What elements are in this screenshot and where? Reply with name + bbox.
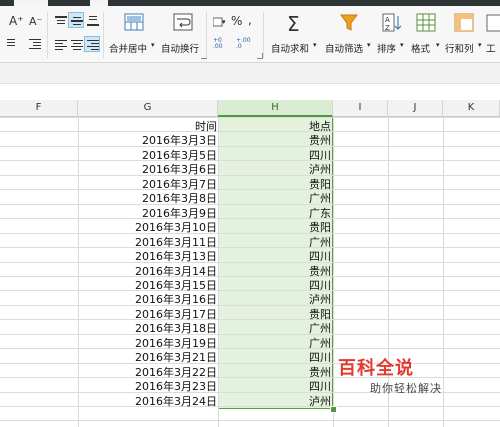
autosum-button[interactable]: Σ 自动求和 ▾: [268, 10, 320, 56]
table-cell-date[interactable]: 2016年3月23日: [78, 378, 217, 394]
rows-columns-button[interactable]: 行和列 ▾: [443, 10, 483, 56]
align-bottom-button[interactable]: [84, 12, 100, 28]
indent-icon: [5, 39, 15, 49]
worksheet-icon: [486, 14, 500, 32]
wrap-text-button[interactable]: 自动换行: [160, 10, 204, 56]
table-cell-place[interactable]: 四川: [218, 349, 331, 365]
indent-decrease-button[interactable]: [4, 36, 15, 50]
table-cell-place[interactable]: 泸州: [218, 393, 331, 409]
svg-text:Z: Z: [385, 24, 390, 32]
table-cell-date[interactable]: 2016年3月18日: [78, 320, 217, 336]
autosum-label: 自动求和: [271, 44, 310, 55]
column-header-h[interactable]: H: [218, 100, 333, 117]
sigma-icon: Σ: [287, 12, 300, 36]
funnel-icon: [340, 14, 358, 31]
table-cell-date[interactable]: 2016年3月21日: [78, 349, 217, 365]
ribbon-separator: [206, 12, 207, 58]
rows-columns-icon: [454, 13, 474, 32]
sort-az-icon: A Z: [382, 13, 402, 32]
chevron-down-icon: ▾: [478, 41, 482, 49]
chevron-down-icon: ▾: [400, 41, 404, 49]
chevron-down-icon: ▾: [222, 18, 226, 26]
chevron-down-icon: ▾: [313, 41, 317, 49]
column-header-i[interactable]: I: [333, 100, 388, 117]
ribbon-separator: [47, 12, 48, 58]
column-header-j[interactable]: J: [388, 100, 443, 117]
grid-line: [0, 420, 500, 421]
align-middle-button[interactable]: [68, 12, 84, 28]
table-cell-place[interactable]: 贵阳: [218, 219, 331, 235]
align-right-icon: [87, 40, 99, 50]
ribbon-separator: [103, 12, 104, 58]
format-button[interactable]: 格式 ▾: [408, 10, 442, 56]
fill-handle[interactable]: [330, 406, 337, 413]
table-cell-date[interactable]: 2016年3月24日: [78, 393, 217, 409]
table-cell-date[interactable]: 2016年3月10日: [78, 219, 217, 235]
watermark: 百科全说 助你轻松解决: [330, 352, 500, 400]
rows-columns-label: 行和列: [445, 44, 474, 55]
table-cell-date[interactable]: 2016年3月3日: [78, 132, 217, 148]
table-cell-date[interactable]: 2016年3月6日: [78, 161, 217, 177]
format-label: 格式: [411, 44, 431, 55]
thousands-separator-button[interactable]: ,: [245, 12, 255, 28]
align-left-icon: [55, 40, 67, 50]
percent-button[interactable]: %: [229, 12, 243, 28]
table-cell-date[interactable]: 2016年3月8日: [78, 190, 217, 206]
watermark-subtitle: 助你轻松解决: [370, 382, 442, 395]
worksheet-label: 工: [486, 44, 496, 55]
chevron-down-icon: ▾: [151, 41, 155, 49]
watermark-logo-text: 百科全说: [338, 358, 414, 379]
table-cell-place[interactable]: 广州: [218, 320, 331, 336]
align-top-icon: [55, 16, 67, 26]
align-left-button[interactable]: [52, 36, 68, 52]
formula-bar-spacer: [0, 84, 500, 99]
column-header-f[interactable]: F: [0, 100, 78, 117]
font-increase-button[interactable]: A⁺: [6, 12, 24, 30]
table-cell-place[interactable]: 四川: [218, 378, 331, 394]
indent-increase-button[interactable]: [26, 36, 42, 50]
chevron-down-icon: ▾: [367, 41, 371, 49]
merge-cells-icon: [124, 13, 144, 31]
table-cell-place[interactable]: 泸州: [218, 161, 331, 177]
table-cell-place[interactable]: 贵州: [218, 132, 331, 148]
table-cell-place[interactable]: 四川: [218, 248, 331, 264]
autofilter-button[interactable]: 自动筛选 ▾: [322, 10, 374, 56]
autofilter-label: 自动筛选: [325, 44, 364, 55]
align-bottom-icon: [87, 16, 99, 26]
align-top-button[interactable]: [52, 12, 68, 28]
chevron-down-icon: ▾: [436, 41, 440, 49]
align-middle-icon: [71, 16, 83, 26]
font-decrease-button[interactable]: A⁻: [26, 12, 44, 30]
decrease-decimal-button[interactable]: +.00 .0: [234, 36, 256, 52]
table-cell-place[interactable]: 泸州: [218, 291, 331, 307]
svg-text:A: A: [385, 16, 390, 24]
sort-button[interactable]: A Z 排序 ▾: [375, 10, 407, 56]
wrap-text-label: 自动换行: [161, 44, 200, 55]
table-cell-date[interactable]: 2016年3月16日: [78, 291, 217, 307]
sort-label: 排序: [377, 44, 397, 55]
format-grid-icon: [416, 13, 436, 32]
table-cell-date[interactable]: 2016年3月13日: [78, 248, 217, 264]
indent-increase-icon: [29, 39, 41, 49]
align-right-button[interactable]: [84, 36, 100, 52]
align-center-icon: [71, 40, 83, 50]
increase-decimal-button[interactable]: +0 .00: [211, 36, 233, 52]
column-header-k[interactable]: K: [443, 100, 500, 117]
formula-bar: [0, 63, 500, 84]
table-cell-place[interactable]: 广州: [218, 190, 331, 206]
ribbon-separator: [263, 12, 264, 58]
merge-center-label: 合并居中: [109, 44, 148, 55]
worksheet-button[interactable]: 工: [484, 10, 500, 56]
wrap-text-icon: [173, 13, 193, 31]
merge-center-button[interactable]: 合并居中 ▾: [108, 10, 158, 56]
ribbon-toolbar: A⁺ A⁻ 合并居中 ▾ 自动换行 ▾ % , +0 .00 +.00 .0 Σ…: [0, 6, 500, 63]
column-header-g[interactable]: G: [78, 100, 218, 117]
align-center-button[interactable]: [68, 36, 84, 52]
watermark-logo: 百科全说: [338, 354, 414, 380]
